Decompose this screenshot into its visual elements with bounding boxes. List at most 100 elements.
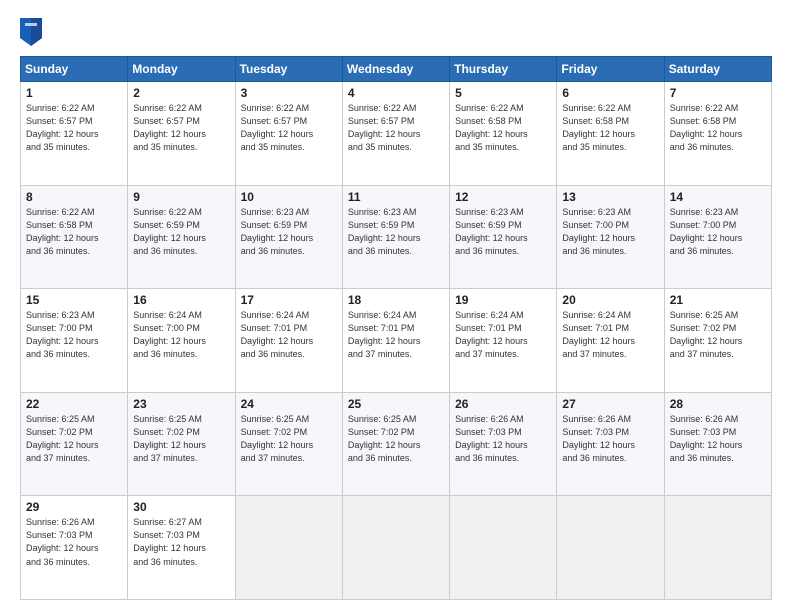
- day-info: Sunrise: 6:26 AM Sunset: 7:03 PM Dayligh…: [455, 413, 551, 465]
- calendar-day-header: Sunday: [21, 57, 128, 82]
- day-info: Sunrise: 6:22 AM Sunset: 6:57 PM Dayligh…: [241, 102, 337, 154]
- calendar-day-cell: 15 Sunrise: 6:23 AM Sunset: 7:00 PM Dayli…: [21, 289, 128, 393]
- calendar-day-cell: [342, 496, 449, 600]
- day-number: 9: [133, 190, 229, 204]
- calendar-day-header: Saturday: [664, 57, 771, 82]
- day-number: 10: [241, 190, 337, 204]
- calendar-day-cell: 10 Sunrise: 6:23 AM Sunset: 6:59 PM Dayli…: [235, 185, 342, 289]
- calendar-day-cell: 8 Sunrise: 6:22 AM Sunset: 6:58 PM Daylig…: [21, 185, 128, 289]
- calendar-day-cell: 6 Sunrise: 6:22 AM Sunset: 6:58 PM Daylig…: [557, 82, 664, 186]
- calendar-day-cell: 3 Sunrise: 6:22 AM Sunset: 6:57 PM Daylig…: [235, 82, 342, 186]
- day-info: Sunrise: 6:26 AM Sunset: 7:03 PM Dayligh…: [26, 516, 122, 568]
- day-number: 19: [455, 293, 551, 307]
- day-number: 6: [562, 86, 658, 100]
- day-info: Sunrise: 6:26 AM Sunset: 7:03 PM Dayligh…: [562, 413, 658, 465]
- day-info: Sunrise: 6:22 AM Sunset: 6:57 PM Dayligh…: [348, 102, 444, 154]
- calendar-day-cell: 19Sunrise: 6:24 AM Sunset: 7:01 PM Dayli…: [450, 289, 557, 393]
- day-info: Sunrise: 6:23 AM Sunset: 7:00 PM Dayligh…: [26, 309, 122, 361]
- day-number: 22: [26, 397, 122, 411]
- calendar-day-cell: 11 Sunrise: 6:23 AM Sunset: 6:59 PM Dayli…: [342, 185, 449, 289]
- calendar-day-cell: 27 Sunrise: 6:26 AM Sunset: 7:03 PM Dayli…: [557, 392, 664, 496]
- day-number: 16: [133, 293, 229, 307]
- day-info: Sunrise: 6:23 AM Sunset: 7:00 PM Dayligh…: [562, 206, 658, 258]
- day-info: Sunrise: 6:22 AM Sunset: 6:58 PM Dayligh…: [562, 102, 658, 154]
- calendar-table: SundayMondayTuesdayWednesdayThursdayFrid…: [20, 56, 772, 600]
- day-number: 26: [455, 397, 551, 411]
- header: [20, 18, 772, 46]
- calendar-day-cell: 5 Sunrise: 6:22 AM Sunset: 6:58 PM Daylig…: [450, 82, 557, 186]
- logo-icon: [20, 18, 42, 46]
- calendar-day-cell: 7Sunrise: 6:22 AM Sunset: 6:58 PM Daylig…: [664, 82, 771, 186]
- day-number: 11: [348, 190, 444, 204]
- calendar-day-header: Friday: [557, 57, 664, 82]
- calendar-day-cell: 12 Sunrise: 6:23 AM Sunset: 6:59 PM Dayli…: [450, 185, 557, 289]
- calendar-day-cell: 16 Sunrise: 6:24 AM Sunset: 7:00 PM Dayli…: [128, 289, 235, 393]
- day-info: Sunrise: 6:22 AM Sunset: 6:58 PM Dayligh…: [26, 206, 122, 258]
- day-info: Sunrise: 6:23 AM Sunset: 6:59 PM Dayligh…: [455, 206, 551, 258]
- day-number: 21: [670, 293, 766, 307]
- day-info: Sunrise: 6:22 AM Sunset: 6:57 PM Dayligh…: [26, 102, 122, 154]
- day-info: Sunrise: 6:23 AM Sunset: 7:00 PM Dayligh…: [670, 206, 766, 258]
- day-info: Sunrise: 6:25 AM Sunset: 7:02 PM Dayligh…: [670, 309, 766, 361]
- day-number: 8: [26, 190, 122, 204]
- calendar-week-row: 22 Sunrise: 6:25 AM Sunset: 7:02 PM Dayli…: [21, 392, 772, 496]
- calendar-day-header: Thursday: [450, 57, 557, 82]
- day-info: Sunrise: 6:26 AM Sunset: 7:03 PM Dayligh…: [670, 413, 766, 465]
- day-info: Sunrise: 6:24 AM Sunset: 7:01 PM Dayligh…: [348, 309, 444, 361]
- day-info: Sunrise: 6:22 AM Sunset: 6:59 PM Dayligh…: [133, 206, 229, 258]
- calendar-day-cell: 28Sunrise: 6:26 AM Sunset: 7:03 PM Dayli…: [664, 392, 771, 496]
- calendar-day-cell: 25 Sunrise: 6:25 AM Sunset: 7:02 PM Dayli…: [342, 392, 449, 496]
- calendar-day-cell: 9 Sunrise: 6:22 AM Sunset: 6:59 PM Daylig…: [128, 185, 235, 289]
- day-number: 12: [455, 190, 551, 204]
- calendar-day-cell: 1 Sunrise: 6:22 AM Sunset: 6:57 PM Daylig…: [21, 82, 128, 186]
- day-number: 24: [241, 397, 337, 411]
- day-number: 20: [562, 293, 658, 307]
- day-number: 1: [26, 86, 122, 100]
- calendar-day-cell: 4 Sunrise: 6:22 AM Sunset: 6:57 PM Daylig…: [342, 82, 449, 186]
- day-number: 30: [133, 500, 229, 514]
- page: SundayMondayTuesdayWednesdayThursdayFrid…: [0, 0, 792, 612]
- calendar-day-cell: 2 Sunrise: 6:22 AM Sunset: 6:57 PM Daylig…: [128, 82, 235, 186]
- day-number: 4: [348, 86, 444, 100]
- day-info: Sunrise: 6:23 AM Sunset: 6:59 PM Dayligh…: [241, 206, 337, 258]
- calendar-day-cell: 13 Sunrise: 6:23 AM Sunset: 7:00 PM Dayli…: [557, 185, 664, 289]
- calendar-day-cell: 18 Sunrise: 6:24 AM Sunset: 7:01 PM Dayli…: [342, 289, 449, 393]
- calendar-day-header: Monday: [128, 57, 235, 82]
- day-info: Sunrise: 6:25 AM Sunset: 7:02 PM Dayligh…: [348, 413, 444, 465]
- calendar-week-row: 8 Sunrise: 6:22 AM Sunset: 6:58 PM Daylig…: [21, 185, 772, 289]
- day-number: 29: [26, 500, 122, 514]
- day-info: Sunrise: 6:22 AM Sunset: 6:58 PM Dayligh…: [670, 102, 766, 154]
- day-number: 17: [241, 293, 337, 307]
- calendar-day-cell: [664, 496, 771, 600]
- day-info: Sunrise: 6:23 AM Sunset: 6:59 PM Dayligh…: [348, 206, 444, 258]
- day-number: 18: [348, 293, 444, 307]
- day-info: Sunrise: 6:22 AM Sunset: 6:57 PM Dayligh…: [133, 102, 229, 154]
- day-number: 13: [562, 190, 658, 204]
- day-number: 27: [562, 397, 658, 411]
- day-number: 5: [455, 86, 551, 100]
- day-number: 3: [241, 86, 337, 100]
- calendar-day-cell: [235, 496, 342, 600]
- day-info: Sunrise: 6:25 AM Sunset: 7:02 PM Dayligh…: [26, 413, 122, 465]
- calendar-day-cell: 24 Sunrise: 6:25 AM Sunset: 7:02 PM Dayli…: [235, 392, 342, 496]
- day-number: 14: [670, 190, 766, 204]
- day-number: 25: [348, 397, 444, 411]
- calendar-day-cell: 30Sunrise: 6:27 AM Sunset: 7:03 PM Dayli…: [128, 496, 235, 600]
- calendar-day-cell: 23Sunrise: 6:25 AM Sunset: 7:02 PM Dayli…: [128, 392, 235, 496]
- day-info: Sunrise: 6:24 AM Sunset: 7:01 PM Dayligh…: [562, 309, 658, 361]
- day-info: Sunrise: 6:25 AM Sunset: 7:02 PM Dayligh…: [241, 413, 337, 465]
- day-info: Sunrise: 6:24 AM Sunset: 7:01 PM Dayligh…: [241, 309, 337, 361]
- day-number: 23: [133, 397, 229, 411]
- day-info: Sunrise: 6:24 AM Sunset: 7:00 PM Dayligh…: [133, 309, 229, 361]
- calendar-day-cell: 20 Sunrise: 6:24 AM Sunset: 7:01 PM Dayli…: [557, 289, 664, 393]
- calendar-day-cell: 21 Sunrise: 6:25 AM Sunset: 7:02 PM Dayli…: [664, 289, 771, 393]
- calendar-header-row: SundayMondayTuesdayWednesdayThursdayFrid…: [21, 57, 772, 82]
- day-info: Sunrise: 6:22 AM Sunset: 6:58 PM Dayligh…: [455, 102, 551, 154]
- calendar-week-row: 15 Sunrise: 6:23 AM Sunset: 7:00 PM Dayli…: [21, 289, 772, 393]
- calendar-week-row: 29 Sunrise: 6:26 AM Sunset: 7:03 PM Dayli…: [21, 496, 772, 600]
- calendar-week-row: 1 Sunrise: 6:22 AM Sunset: 6:57 PM Daylig…: [21, 82, 772, 186]
- day-number: 15: [26, 293, 122, 307]
- calendar-day-cell: 17 Sunrise: 6:24 AM Sunset: 7:01 PM Dayli…: [235, 289, 342, 393]
- calendar-day-cell: 22 Sunrise: 6:25 AM Sunset: 7:02 PM Dayli…: [21, 392, 128, 496]
- day-number: 2: [133, 86, 229, 100]
